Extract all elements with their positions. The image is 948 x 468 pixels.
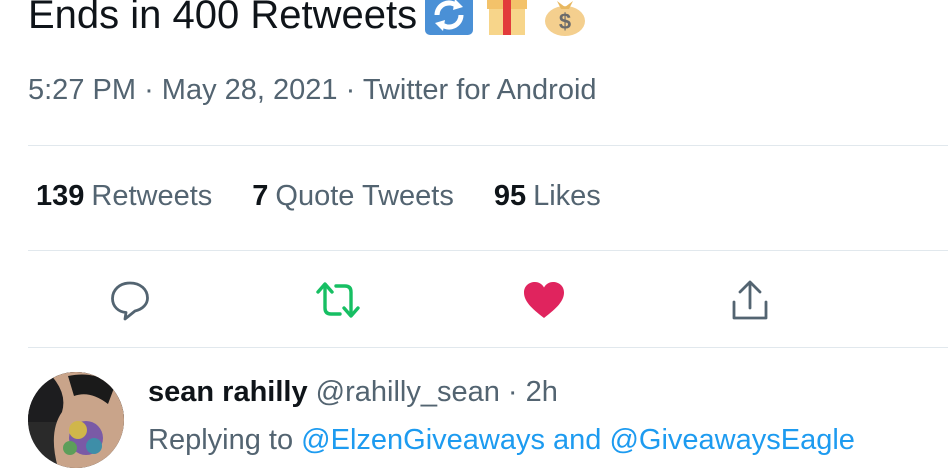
counterclockwise-arrows-emoji bbox=[423, 0, 475, 37]
tweet-stats: 139 Retweets 7 Quote Tweets 95 Likes bbox=[36, 180, 641, 213]
replying-prefix: Replying to bbox=[148, 424, 294, 456]
mention-link[interactable]: @ElzenGiveaways bbox=[301, 424, 545, 456]
reply-separator: · bbox=[507, 376, 518, 408]
share-button[interactable] bbox=[724, 274, 776, 326]
avatar[interactable] bbox=[28, 372, 124, 468]
tweet-source[interactable]: Twitter for Android bbox=[363, 74, 597, 106]
retweet-icon bbox=[316, 282, 360, 318]
retweets-count: 139 bbox=[36, 180, 85, 212]
retweets-label: Retweets bbox=[91, 180, 213, 212]
tweet-body: Ends in 400 Retweets bbox=[28, 0, 418, 37]
reply-tweet[interactable]: sean rahilly @rahilly_sean · 2h Replying… bbox=[28, 372, 948, 468]
meta-separator: · bbox=[144, 74, 154, 106]
svg-text:$: $ bbox=[559, 9, 571, 34]
divider bbox=[28, 250, 948, 251]
reply-author-name[interactable]: sean rahilly bbox=[148, 376, 308, 408]
quote-tweets-count: 7 bbox=[252, 180, 269, 212]
quote-tweets-label: Quote Tweets bbox=[275, 180, 454, 212]
retweets-stat[interactable]: 139 Retweets bbox=[36, 180, 212, 213]
likes-label: Likes bbox=[533, 180, 601, 212]
quote-tweets-stat[interactable]: 7 Quote Tweets bbox=[252, 180, 454, 213]
tweet-date[interactable]: May 28, 2021 bbox=[162, 74, 338, 106]
replying-to: Replying to @ElzenGiveaways and @Giveawa… bbox=[148, 424, 855, 457]
tweet-text: Ends in 400 Retweets $ bbox=[28, 0, 591, 44]
reply-timestamp[interactable]: 2h bbox=[526, 376, 558, 408]
share-icon bbox=[732, 280, 768, 320]
divider bbox=[28, 347, 948, 348]
reply-button[interactable] bbox=[104, 274, 156, 326]
meta-separator: · bbox=[345, 74, 356, 106]
tweet-time[interactable]: 5:27 PM bbox=[28, 74, 136, 106]
reply-header: sean rahilly @rahilly_sean · 2h bbox=[148, 376, 558, 409]
likes-stat[interactable]: 95 Likes bbox=[494, 180, 601, 213]
money-bag-emoji: $ bbox=[539, 0, 591, 37]
reply-icon bbox=[111, 281, 149, 321]
gift-emoji bbox=[481, 0, 533, 37]
likes-count: 95 bbox=[493, 180, 527, 212]
divider bbox=[28, 145, 948, 146]
tweet-actions bbox=[0, 274, 948, 326]
like-button[interactable] bbox=[518, 274, 570, 326]
like-icon bbox=[524, 282, 564, 318]
reply-author-handle[interactable]: @rahilly_sean bbox=[316, 376, 500, 408]
mention-conjunction: and bbox=[553, 424, 602, 456]
tweet-meta: 5:27 PM · May 28, 2021 · Twitter for And… bbox=[28, 74, 597, 107]
retweet-button[interactable] bbox=[312, 274, 364, 326]
mention-link[interactable]: @GiveawaysEagle bbox=[609, 424, 854, 456]
